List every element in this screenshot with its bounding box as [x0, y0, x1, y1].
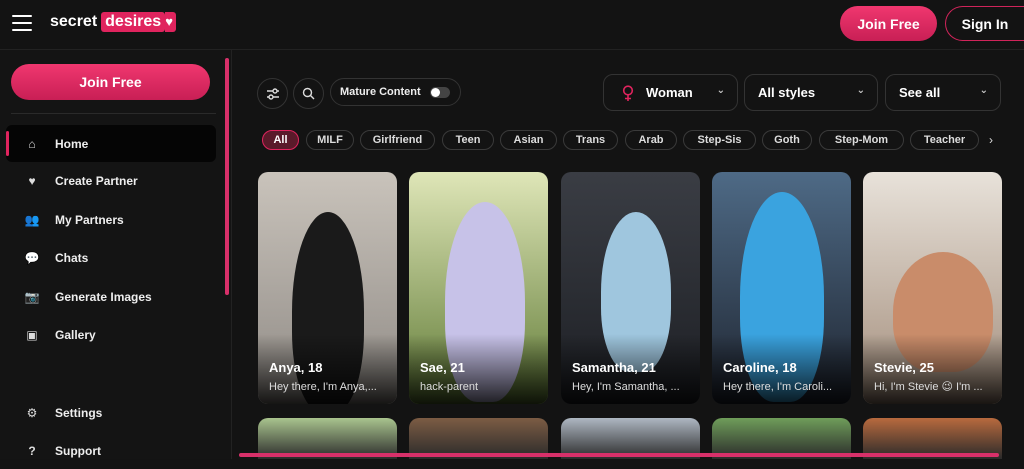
- sidebar-item-label: Home: [55, 136, 89, 151]
- top-bar: secret desires ♥ Join Free Sign In: [0, 0, 1024, 50]
- character-card[interactable]: Samantha, 21 Hey, I'm Samantha, ...: [561, 172, 700, 404]
- sidebar: Join Free ⌂ Home ♥ Create Partner 👥 My P…: [0, 50, 232, 459]
- sidebar-join-free-button[interactable]: Join Free: [11, 64, 210, 100]
- card-description: Hi, I'm Stevie 😉 I'm ...: [874, 381, 983, 393]
- chip-milf[interactable]: MILF: [306, 130, 354, 150]
- search-icon: [302, 87, 315, 100]
- character-card[interactable]: Anya, 18 Hey there, I'm Anya,...: [258, 172, 397, 404]
- gallery-icon: ▣: [26, 327, 38, 342]
- card-description: Hey there, I'm Anya,...: [269, 381, 377, 393]
- chevron-right-icon[interactable]: ›: [984, 131, 998, 149]
- sidebar-item-settings[interactable]: ⚙ Settings: [6, 394, 216, 431]
- logo[interactable]: secret desires ♥: [50, 12, 176, 32]
- people-icon: 👥: [24, 212, 40, 227]
- see-all-dropdown[interactable]: See all ⌄: [885, 74, 1001, 111]
- sidebar-item-label: Settings: [55, 405, 103, 420]
- menu-icon[interactable]: [12, 15, 32, 31]
- card-description: Hey, I'm Samantha, ...: [572, 381, 680, 393]
- gender-dropdown[interactable]: Woman ⌄: [603, 74, 738, 111]
- chip-girlfriend[interactable]: Girlfriend: [360, 130, 435, 150]
- style-dropdown[interactable]: All styles ⌄: [744, 74, 878, 111]
- chevron-down-icon: ⌄: [856, 85, 865, 96]
- sidebar-item-gallery[interactable]: ▣ Gallery: [6, 316, 216, 353]
- home-icon: ⌂: [28, 136, 36, 151]
- female-icon: [622, 85, 634, 101]
- chip-step-mom[interactable]: Step-Mom: [819, 130, 904, 150]
- character-card[interactable]: Caroline, 18 Hey there, I'm Caroli...: [712, 172, 851, 404]
- mature-content-toggle[interactable]: Mature Content: [330, 78, 461, 106]
- card-name: Anya, 18: [269, 360, 323, 375]
- card-name: Sae, 21: [420, 360, 465, 375]
- sidebar-divider: [11, 113, 216, 114]
- sliders-icon: [266, 87, 279, 100]
- chip-all[interactable]: All: [262, 130, 299, 150]
- chip-teacher[interactable]: Teacher: [910, 130, 979, 150]
- style-value: All styles: [758, 85, 816, 100]
- character-card[interactable]: Stevie, 25 Hi, I'm Stevie 😉 I'm ...: [863, 172, 1002, 404]
- chat-icon: 💬: [24, 250, 40, 265]
- sidebar-item-label: Chats: [55, 250, 89, 265]
- sidebar-item-chats[interactable]: 💬 Chats: [6, 239, 216, 276]
- gender-value: Woman: [646, 85, 693, 100]
- chip-trans[interactable]: Trans: [563, 130, 618, 150]
- chip-teen[interactable]: Teen: [442, 130, 494, 150]
- sidebar-item-my-partners[interactable]: 👥 My Partners: [6, 201, 216, 238]
- camera-icon: 📷: [24, 289, 40, 304]
- filter-settings-button[interactable]: [257, 78, 288, 109]
- horizontal-scrollbar[interactable]: [239, 453, 999, 457]
- see-all-value: See all: [899, 85, 941, 100]
- sidebar-item-label: Generate Images: [55, 289, 152, 304]
- search-button[interactable]: [293, 78, 324, 109]
- sidebar-item-label: Support: [55, 443, 101, 458]
- help-icon: ?: [28, 443, 36, 458]
- sign-in-button[interactable]: Sign In: [945, 6, 1024, 41]
- character-card[interactable]: Sae, 21 hack-parent: [409, 172, 548, 404]
- toggle-switch[interactable]: [430, 87, 450, 98]
- chip-goth[interactable]: Goth: [762, 130, 812, 150]
- card-description: hack-parent: [420, 381, 479, 393]
- gear-icon: ⚙: [26, 405, 38, 420]
- sidebar-item-generate-images[interactable]: 📷 Generate Images: [6, 278, 216, 315]
- sidebar-item-support[interactable]: ? Support: [6, 432, 216, 469]
- chevron-down-icon: ⌄: [979, 85, 988, 96]
- sidebar-scrollbar[interactable]: [225, 58, 229, 295]
- logo-word-1: secret: [50, 13, 98, 30]
- sidebar-item-home[interactable]: ⌂ Home: [6, 125, 216, 162]
- sidebar-item-label: Gallery: [55, 327, 96, 342]
- logo-word-2: desires: [101, 12, 166, 32]
- mature-content-label: Mature Content: [340, 86, 421, 98]
- card-name: Samantha, 21: [572, 360, 656, 375]
- shield-heart-icon: ♥: [28, 173, 36, 188]
- sidebar-item-label: Create Partner: [55, 173, 138, 188]
- heart-icon: ♥: [165, 12, 176, 32]
- sidebar-item-create-partner[interactable]: ♥ Create Partner: [6, 162, 216, 199]
- card-name: Stevie, 25: [874, 360, 934, 375]
- sidebar-item-label: My Partners: [55, 212, 124, 227]
- chip-asian[interactable]: Asian: [500, 130, 557, 150]
- chip-step-sis[interactable]: Step-Sis: [683, 130, 756, 150]
- chip-arab[interactable]: Arab: [625, 130, 677, 150]
- card-name: Caroline, 18: [723, 360, 797, 375]
- card-description: Hey there, I'm Caroli...: [723, 381, 833, 393]
- header-join-free-button[interactable]: Join Free: [840, 6, 937, 41]
- chevron-down-icon: ⌄: [716, 85, 725, 96]
